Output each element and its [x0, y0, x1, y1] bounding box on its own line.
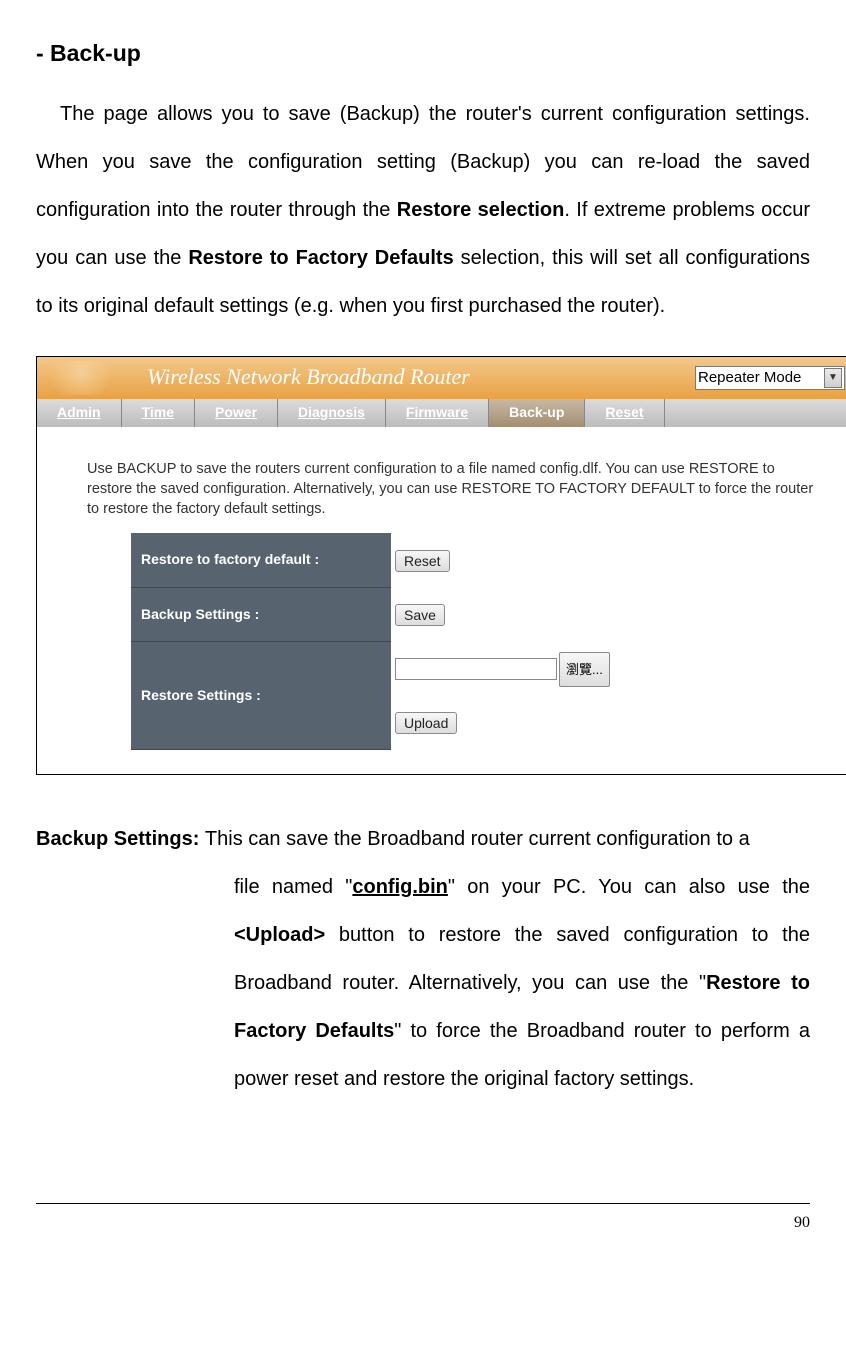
intro-bold-2: Restore to Factory Defaults: [188, 247, 453, 269]
intro-paragraph: The page allows you to save (Backup) the…: [36, 90, 810, 330]
settings-table: Restore to factory default : Reset Backu…: [131, 533, 614, 750]
def-upload: <Upload>: [234, 924, 325, 946]
router-content: Use BACKUP to save the routers current c…: [37, 427, 846, 774]
file-input[interactable]: [395, 658, 557, 680]
def-b: " on your PC. You can also use the: [448, 876, 810, 898]
mode-select[interactable]: Repeater Mode ▼: [695, 366, 845, 390]
save-button[interactable]: Save: [395, 604, 445, 626]
page-number: 90: [794, 1214, 810, 1231]
restore-label: Restore Settings :: [131, 641, 391, 749]
intro-bold-1: Restore selection: [397, 199, 565, 221]
def-label: Backup Settings:: [36, 828, 205, 850]
reset-button[interactable]: Reset: [395, 550, 450, 572]
browse-button[interactable]: 瀏覽...: [559, 652, 610, 687]
mode-select-value: Repeater Mode: [698, 360, 801, 396]
backup-label: Backup Settings :: [131, 587, 391, 641]
def-config: config.bin: [352, 876, 448, 898]
factory-label: Restore to factory default :: [131, 533, 391, 587]
section-heading: - Back-up: [36, 40, 810, 68]
row-factory: Restore to factory default : Reset: [131, 533, 614, 587]
row-backup: Backup Settings : Save: [131, 587, 614, 641]
definition-block: Backup Settings: This can save the Broad…: [36, 815, 810, 1103]
def-body: file named "config.bin" on your PC. You …: [234, 863, 810, 1103]
def-line1: This can save the Broadband router curre…: [205, 828, 750, 850]
router-screenshot: Wireless Network Broadband Router Repeat…: [36, 356, 846, 775]
page-footer: 90: [36, 1203, 810, 1242]
router-titlebar: Wireless Network Broadband Router Repeat…: [37, 357, 846, 399]
row-restore: Restore Settings : 瀏覽...: [131, 641, 614, 695]
router-title: Wireless Network Broadband Router: [147, 351, 695, 404]
tab-admin[interactable]: Admin: [37, 399, 122, 427]
def-a: file named ": [234, 876, 352, 898]
router-desc: Use BACKUP to save the routers current c…: [87, 459, 821, 520]
chevron-down-icon: ▼: [824, 368, 842, 388]
upload-button[interactable]: Upload: [395, 712, 457, 734]
